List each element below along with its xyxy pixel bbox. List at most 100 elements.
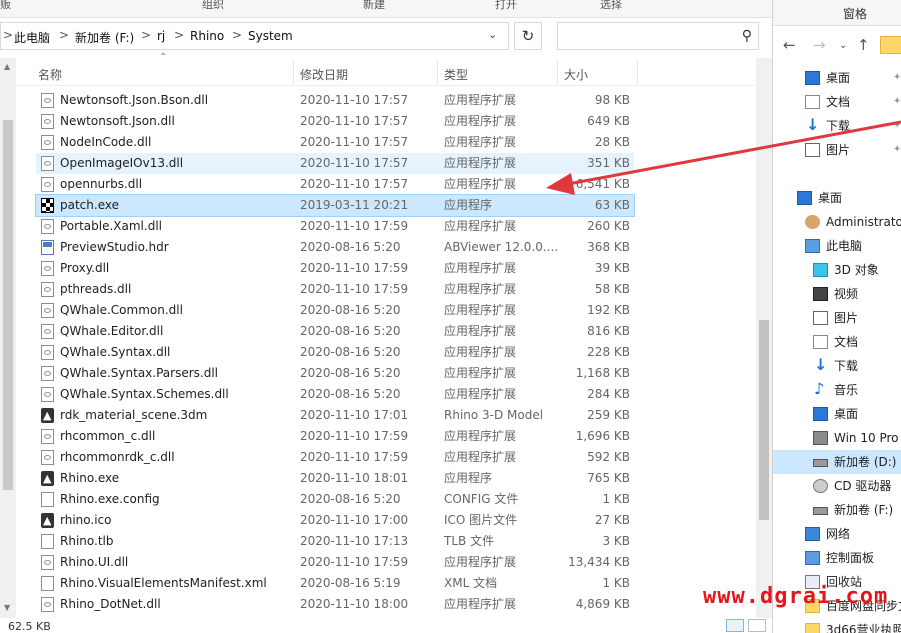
- file-row[interactable]: QWhale.Syntax.dll 2020-08-16 5:20 应用程序扩展 22…: [36, 342, 634, 363]
- file-size: 28 KB: [594, 135, 630, 149]
- scrollbar-thumb[interactable]: [759, 320, 769, 520]
- file-type: 应用程序扩展: [444, 450, 517, 464]
- file-row[interactable]: NodeInCode.dll 2020-11-10 17:57 应用程序扩展 28 K…: [36, 132, 634, 153]
- file-row[interactable]: PreviewStudio.hdr 2020-08-16 5:20 ABViewer…: [36, 237, 634, 258]
- large-icons-view-icon[interactable]: [748, 619, 766, 632]
- nav-item[interactable]: 桌面: [773, 402, 901, 426]
- column-header-type[interactable]: 类型: [444, 66, 468, 83]
- file-row[interactable]: QWhale.Common.dll 2020-08-16 5:20 应用程序扩展 19…: [36, 300, 634, 321]
- column-divider[interactable]: [637, 60, 638, 84]
- nav-item-label: CD 驱动器: [834, 479, 892, 493]
- breadcrumb-rj[interactable]: rj: [157, 29, 165, 43]
- nav-item[interactable]: ↓ 下载 ✦: [773, 114, 901, 138]
- ribbon-label[interactable]: 贩: [0, 0, 11, 10]
- details-view-icon[interactable]: [726, 619, 744, 632]
- file-name: Rhino.UI.dll: [60, 555, 129, 569]
- picture-icon: [805, 143, 820, 157]
- file-size: 592 KB: [587, 450, 630, 464]
- nav-item[interactable]: 网络: [773, 522, 901, 546]
- nav-item[interactable]: Win 10 Pro: [773, 426, 901, 450]
- pin-icon: ✦: [893, 144, 901, 155]
- file-row[interactable]: QWhale.Syntax.Schemes.dll 2020-08-16 5:20…: [36, 384, 634, 405]
- scroll-down-icon[interactable]: ▼: [4, 603, 10, 612]
- file-size: 58 KB: [594, 282, 630, 296]
- file-name: Rhino.exe: [60, 471, 120, 485]
- nav-item[interactable]: 3D 对象: [773, 258, 901, 282]
- up-arrow-icon[interactable]: ↑: [857, 36, 870, 54]
- search-input[interactable]: ⚲: [557, 22, 759, 50]
- dll-icon: [41, 324, 54, 339]
- file-row[interactable]: rhcommonrdk_c.dll 2020-11-10 17:59 应用程序扩展 5…: [36, 447, 634, 468]
- nav-item[interactable]: 新加卷 (D:): [773, 450, 901, 474]
- nav-item[interactable]: 图片 ✦: [773, 138, 901, 162]
- file-date: 2020-11-10 17:13: [300, 534, 409, 548]
- file-name: QWhale.Syntax.Schemes.dll: [60, 387, 229, 401]
- file-row[interactable]: rhcommon_c.dll 2020-11-10 17:59 应用程序扩展 1,69…: [36, 426, 634, 447]
- column-divider[interactable]: [437, 60, 438, 84]
- ribbon-label[interactable]: 打开: [495, 0, 517, 10]
- column-header-date[interactable]: 修改日期: [300, 66, 348, 83]
- file-row[interactable]: ▲ rdk_material_scene.3dm 2020-11-10 17:01 R…: [36, 405, 634, 426]
- nav-pane-scrollbar[interactable]: ▲ ▼: [0, 58, 16, 618]
- file-size: 1 KB: [602, 492, 630, 506]
- scrollbar-thumb[interactable]: [3, 120, 13, 490]
- breadcrumb-rhino[interactable]: Rhino: [190, 29, 224, 43]
- file-row[interactable]: ▲ rhino.ico 2020-11-10 17:00 ICO 图片文件 27 KB: [36, 510, 634, 531]
- file-size: 27 KB: [594, 513, 630, 527]
- column-header-size[interactable]: 大小: [564, 66, 588, 83]
- back-arrow-icon[interactable]: ←: [783, 36, 796, 54]
- nav-item[interactable]: 桌面 ✦: [773, 66, 901, 90]
- file-row[interactable]: QWhale.Editor.dll 2020-08-16 5:20 应用程序扩展 81…: [36, 321, 634, 342]
- file-type: 应用程序扩展: [444, 135, 517, 149]
- nav-item[interactable]: 控制面板: [773, 546, 901, 570]
- file-row[interactable]: Portable.Xaml.dll 2020-11-10 17:59 应用程序扩展 2…: [36, 216, 634, 237]
- file-row[interactable]: Rhino.UI.dll 2020-11-10 17:59 应用程序扩展 13,434…: [36, 552, 634, 573]
- chevron-down-icon[interactable]: ⌄: [839, 40, 847, 51]
- ribbon-label[interactable]: 选择: [600, 0, 622, 10]
- address-bar[interactable]: > 此电脑 > 新加卷 (F:) > rj > Rhino > System ⌄: [0, 22, 509, 50]
- nav-item[interactable]: ♪ 音乐: [773, 378, 901, 402]
- nav-item[interactable]: 桌面: [773, 186, 901, 210]
- ribbon-label[interactable]: 新建: [363, 0, 385, 10]
- file-type: 应用程序扩展: [444, 282, 517, 296]
- chevron-down-icon[interactable]: ⌄: [488, 28, 497, 41]
- file-row[interactable]: Rhino_DotNet.dll 2020-11-10 18:00 应用程序扩展 4,…: [36, 594, 634, 615]
- file-row[interactable]: Rhino.VisualElementsManifest.xml 2020-08-…: [36, 573, 634, 594]
- nav-item[interactable]: Administrator: [773, 210, 901, 234]
- file-row[interactable]: opennurbs.dll 2020-11-10 17:57 应用程序扩展 6,541…: [36, 174, 634, 195]
- file-row[interactable]: Newtonsoft.Json.Bson.dll 2020-11-10 17:57…: [36, 90, 634, 111]
- file-row[interactable]: Rhino.exe.config 2020-08-16 5:20 CONFIG 文件…: [36, 489, 634, 510]
- nav-item[interactable]: 新加卷 (F:): [773, 498, 901, 522]
- file-row[interactable]: patch.exe 2019-03-11 20:21 应用程序 63 KB: [35, 194, 635, 217]
- nav-item[interactable]: 此电脑: [773, 234, 901, 258]
- file-row[interactable]: Newtonsoft.Json.dll 2020-11-10 17:57 应用程序扩…: [36, 111, 634, 132]
- file-row[interactable]: QWhale.Syntax.Parsers.dll 2020-08-16 5:20…: [36, 363, 634, 384]
- file-date: 2020-11-10 17:57: [300, 114, 409, 128]
- nav-item[interactable]: 图片: [773, 306, 901, 330]
- column-divider[interactable]: [557, 60, 558, 84]
- file-row[interactable]: pthreads.dll 2020-11-10 17:59 应用程序扩展 58 KB: [36, 279, 634, 300]
- column-divider[interactable]: [293, 60, 294, 84]
- pane-tab-label[interactable]: 窗格: [843, 5, 867, 22]
- breadcrumb-this-pc[interactable]: 此电脑: [14, 29, 50, 46]
- ribbon-label[interactable]: 组织: [202, 0, 224, 10]
- file-row[interactable]: ▲ Rhino.exe 2020-11-10 18:01 应用程序 765 KB: [36, 468, 634, 489]
- scroll-up-icon[interactable]: ▲: [4, 62, 10, 71]
- nav-item[interactable]: ↓ 下载: [773, 354, 901, 378]
- ribbon-tab: 窗格: [773, 0, 901, 26]
- nav-item[interactable]: 文档: [773, 330, 901, 354]
- nav-item[interactable]: 文档 ✦: [773, 90, 901, 114]
- column-header-name[interactable]: 名称: [38, 66, 62, 83]
- file-row[interactable]: Rhino.tlb 2020-11-10 17:13 TLB 文件 3 KB: [36, 531, 634, 552]
- file-list-scrollbar[interactable]: [756, 58, 772, 618]
- file-type: ABViewer 12.0.0....: [444, 240, 559, 254]
- file-row[interactable]: Proxy.dll 2020-11-10 17:59 应用程序扩展 39 KB: [36, 258, 634, 279]
- forward-arrow-icon[interactable]: →: [813, 36, 826, 54]
- breadcrumb-drive-f[interactable]: 新加卷 (F:): [75, 29, 134, 46]
- refresh-icon[interactable]: ↻: [514, 22, 542, 50]
- file-row[interactable]: OpenImageIOv13.dll 2020-11-10 17:57 应用程序扩展…: [36, 153, 634, 174]
- nav-item[interactable]: 3d66营业执照: [773, 618, 901, 633]
- breadcrumb-system[interactable]: System: [248, 29, 293, 43]
- nav-item[interactable]: 视频: [773, 282, 901, 306]
- nav-item[interactable]: CD 驱动器: [773, 474, 901, 498]
